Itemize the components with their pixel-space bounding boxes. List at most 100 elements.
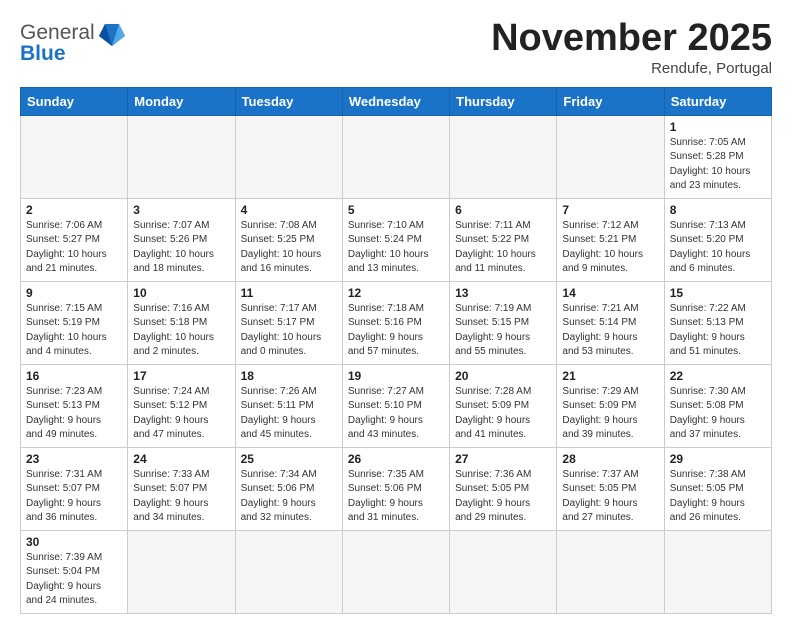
calendar-cell: 22 Sunrise: 7:30 AMSunset: 5:08 PMDayligh… [664,364,771,447]
day-info: Sunrise: 7:19 AMSunset: 5:15 PMDaylight:… [455,302,551,360]
calendar-cell: 6Sunrise: 7:11 AMSunset: 5:22 PMDaylight… [450,198,557,281]
calendar-cell [450,530,557,613]
location: Rendufe, Portugal [491,60,772,77]
calendar-cell [557,530,664,613]
day-number: 23 [26,452,122,466]
calendar-cell: 29Sunrise: 7:38 AMSunset: 5:05 PMDayligh… [664,447,771,530]
day-number: 11 [241,286,337,300]
day-number: 5 [348,203,444,217]
day-number: 22 [670,369,766,383]
calendar-cell [235,530,342,613]
title-block: November 2025 Rendufe, Portugal [491,18,772,77]
calendar-cell: 7 Sunrise: 7:12 AMSunset: 5:21 PMDaylight… [557,198,664,281]
day-info: Sunrise: 7:29 AMSunset: 5:09 PMDaylight:… [562,385,658,443]
calendar-cell: 1 Sunrise: 7:05 AMSunset: 5:28 PMDaylight… [664,115,771,198]
day-info: Sunrise: 7:08 AMSunset: 5:25 PMDaylight:… [241,219,337,277]
calendar-cell [342,115,449,198]
calendar-cell [450,115,557,198]
calendar-week-2: 2 Sunrise: 7:06 AMSunset: 5:27 PMDaylight… [21,198,772,281]
day-info: Sunrise: 7:34 AMSunset: 5:06 PMDaylight:… [241,468,337,526]
day-number: 12 [348,286,444,300]
day-number: 25 [241,452,337,466]
weekday-header-thursday: Thursday [450,87,557,115]
day-number: 2 [26,203,122,217]
day-number: 19 [348,369,444,383]
calendar-week-4: 16Sunrise: 7:23 AMSunset: 5:13 PMDayligh… [21,364,772,447]
day-number: 3 [133,203,229,217]
day-info: Sunrise: 7:06 AMSunset: 5:27 PMDaylight:… [26,219,122,277]
calendar-cell: 30 Sunrise: 7:39 AMSunset: 5:04 PMDayligh… [21,530,128,613]
day-info: Sunrise: 7:35 AMSunset: 5:06 PMDaylight:… [348,468,444,526]
day-number: 24 [133,452,229,466]
weekday-header-sunday: Sunday [21,87,128,115]
logo-icon [97,18,127,48]
calendar-cell: 24Sunrise: 7:33 AMSunset: 5:07 PMDayligh… [128,447,235,530]
day-number: 30 [26,535,122,549]
calendar-cell: 10Sunrise: 7:16 AMSunset: 5:18 PMDayligh… [128,281,235,364]
calendar-cell: 25 Sunrise: 7:34 AMSunset: 5:06 PMDayligh… [235,447,342,530]
calendar-cell: 13 Sunrise: 7:19 AMSunset: 5:15 PMDayligh… [450,281,557,364]
day-info: Sunrise: 7:28 AMSunset: 5:09 PMDaylight:… [455,385,551,443]
day-number: 10 [133,286,229,300]
calendar-week-6: 30 Sunrise: 7:39 AMSunset: 5:04 PMDayligh… [21,530,772,613]
calendar-cell: 3Sunrise: 7:07 AMSunset: 5:26 PMDaylight… [128,198,235,281]
calendar-cell [235,115,342,198]
calendar-cell: 8Sunrise: 7:13 AMSunset: 5:20 PMDaylight… [664,198,771,281]
calendar-cell: 19 Sunrise: 7:27 AMSunset: 5:10 PMDayligh… [342,364,449,447]
calendar-cell: 11Sunrise: 7:17 AMSunset: 5:17 PMDayligh… [235,281,342,364]
weekday-header-friday: Friday [557,87,664,115]
weekday-header-row: SundayMondayTuesdayWednesdayThursdayFrid… [21,87,772,115]
calendar-week-1: 1 Sunrise: 7:05 AMSunset: 5:28 PMDaylight… [21,115,772,198]
day-info: Sunrise: 7:31 AMSunset: 5:07 PMDaylight:… [26,468,122,526]
calendar: SundayMondayTuesdayWednesdayThursdayFrid… [20,87,772,614]
calendar-cell: 26 Sunrise: 7:35 AMSunset: 5:06 PMDayligh… [342,447,449,530]
calendar-cell [557,115,664,198]
weekday-header-saturday: Saturday [664,87,771,115]
logo: General Blue [20,18,127,66]
calendar-cell [664,530,771,613]
calendar-cell: 20Sunrise: 7:28 AMSunset: 5:09 PMDayligh… [450,364,557,447]
calendar-cell: 27 Sunrise: 7:36 AMSunset: 5:05 PMDayligh… [450,447,557,530]
day-info: Sunrise: 7:24 AMSunset: 5:12 PMDaylight:… [133,385,229,443]
calendar-cell [21,115,128,198]
calendar-cell: 16Sunrise: 7:23 AMSunset: 5:13 PMDayligh… [21,364,128,447]
day-number: 9 [26,286,122,300]
day-number: 26 [348,452,444,466]
day-number: 27 [455,452,551,466]
calendar-cell: 2 Sunrise: 7:06 AMSunset: 5:27 PMDaylight… [21,198,128,281]
day-info: Sunrise: 7:36 AMSunset: 5:05 PMDaylight:… [455,468,551,526]
day-number: 18 [241,369,337,383]
calendar-week-5: 23 Sunrise: 7:31 AMSunset: 5:07 PMDayligh… [21,447,772,530]
day-info: Sunrise: 7:22 AMSunset: 5:13 PMDaylight:… [670,302,766,360]
page: General Blue November 2025 Rendufe, Port… [0,0,792,624]
calendar-cell: 21 Sunrise: 7:29 AMSunset: 5:09 PMDayligh… [557,364,664,447]
month-title: November 2025 [491,18,772,60]
day-number: 17 [133,369,229,383]
day-info: Sunrise: 7:10 AMSunset: 5:24 PMDaylight:… [348,219,444,277]
weekday-header-tuesday: Tuesday [235,87,342,115]
day-info: Sunrise: 7:27 AMSunset: 5:10 PMDaylight:… [348,385,444,443]
calendar-cell [342,530,449,613]
calendar-cell [128,530,235,613]
calendar-cell: 17 Sunrise: 7:24 AMSunset: 5:12 PMDayligh… [128,364,235,447]
day-number: 13 [455,286,551,300]
calendar-cell: 18Sunrise: 7:26 AMSunset: 5:11 PMDayligh… [235,364,342,447]
day-info: Sunrise: 7:23 AMSunset: 5:13 PMDaylight:… [26,385,122,443]
calendar-cell: 28Sunrise: 7:37 AMSunset: 5:05 PMDayligh… [557,447,664,530]
day-info: Sunrise: 7:05 AMSunset: 5:28 PMDaylight:… [670,136,766,194]
day-number: 7 [562,203,658,217]
day-info: Sunrise: 7:38 AMSunset: 5:05 PMDaylight:… [670,468,766,526]
logo-text-blue: Blue [20,42,66,66]
day-info: Sunrise: 7:39 AMSunset: 5:04 PMDaylight:… [26,551,122,609]
day-info: Sunrise: 7:13 AMSunset: 5:20 PMDaylight:… [670,219,766,277]
weekday-header-wednesday: Wednesday [342,87,449,115]
day-info: Sunrise: 7:30 AMSunset: 5:08 PMDaylight:… [670,385,766,443]
calendar-cell: 5 Sunrise: 7:10 AMSunset: 5:24 PMDaylight… [342,198,449,281]
day-number: 1 [670,120,766,134]
day-number: 21 [562,369,658,383]
day-info: Sunrise: 7:12 AMSunset: 5:21 PMDaylight:… [562,219,658,277]
calendar-cell: 15Sunrise: 7:22 AMSunset: 5:13 PMDayligh… [664,281,771,364]
day-info: Sunrise: 7:15 AMSunset: 5:19 PMDaylight:… [26,302,122,360]
calendar-cell: 4Sunrise: 7:08 AMSunset: 5:25 PMDaylight… [235,198,342,281]
calendar-cell: 9 Sunrise: 7:15 AMSunset: 5:19 PMDaylight… [21,281,128,364]
